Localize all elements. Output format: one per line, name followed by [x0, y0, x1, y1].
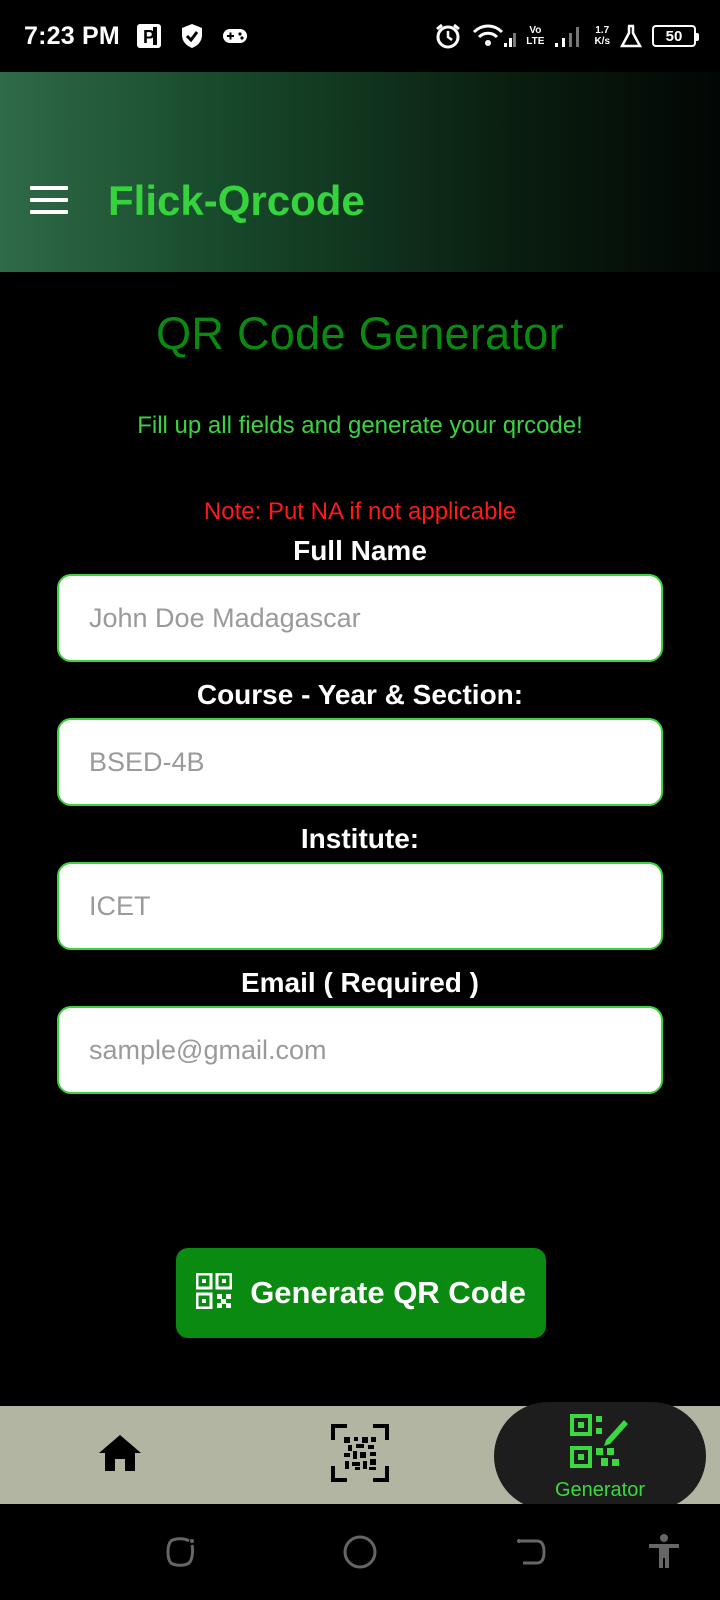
app-title: Flick-Qrcode	[108, 177, 365, 224]
flask-icon	[620, 24, 642, 48]
back-icon[interactable]	[510, 1532, 550, 1572]
home-circle-icon[interactable]	[340, 1532, 380, 1572]
course-year-section-input[interactable]	[57, 718, 663, 806]
shield-icon	[180, 23, 204, 49]
barcode-scan-icon	[331, 1423, 389, 1487]
note-text: Note: Put NA if not applicable	[203, 498, 517, 525]
signal-icon	[554, 24, 584, 48]
gamepad-icon	[222, 26, 248, 46]
generate-qr-code-button[interactable]: Generate QR Code	[176, 1248, 546, 1338]
page-title: QR Code Generator	[156, 308, 564, 359]
nav-home[interactable]	[60, 1406, 180, 1504]
system-navigation-bar	[0, 1504, 720, 1600]
qrcode-edit-icon	[570, 1414, 630, 1477]
page-subtitle: Fill up all fields and generate your qrc…	[137, 412, 583, 439]
battery-icon: 50	[652, 25, 699, 47]
alarm-icon	[434, 22, 462, 50]
status-bar: 7:23 PM P Vo LTE 1.7 K/s 50	[0, 0, 720, 72]
status-notification-icons: P	[136, 23, 248, 49]
bottom-navigation: Generator	[0, 1402, 720, 1510]
institute-input[interactable]	[57, 862, 663, 950]
parking-p-icon: P	[136, 23, 162, 49]
nav-generator-label: Generator	[554, 1479, 646, 1501]
full-name-input[interactable]	[57, 574, 663, 662]
nav-generator[interactable]: Generator	[494, 1402, 706, 1510]
institute-label: Institute:	[300, 823, 420, 854]
accessibility-icon[interactable]	[644, 1532, 684, 1572]
status-time: 7:23 PM	[24, 21, 120, 50]
recent-apps-icon[interactable]	[160, 1532, 200, 1572]
network-speed: 1.7 K/s	[594, 25, 610, 47]
status-system-icons: Vo LTE 1.7 K/s 50	[434, 22, 699, 50]
course-year-section-label: Course - Year & Section:	[196, 679, 524, 710]
nav-scanner[interactable]	[300, 1406, 420, 1504]
qrcode-icon	[195, 1272, 233, 1314]
main-content: QR Code Generator Fill up all fields and…	[0, 272, 720, 1094]
generate-qr-code-label: Generate QR Code	[250, 1275, 526, 1310]
app-bar: Flick-Qrcode	[0, 72, 720, 272]
email-input[interactable]	[57, 1006, 663, 1094]
volte-indicator: Vo LTE	[526, 25, 545, 47]
email-label: Email ( Required )	[240, 967, 480, 998]
home-icon	[97, 1433, 143, 1478]
wifi-icon	[472, 23, 517, 49]
full-name-label: Full Name	[293, 535, 427, 566]
hamburger-menu-icon[interactable]	[30, 186, 68, 214]
